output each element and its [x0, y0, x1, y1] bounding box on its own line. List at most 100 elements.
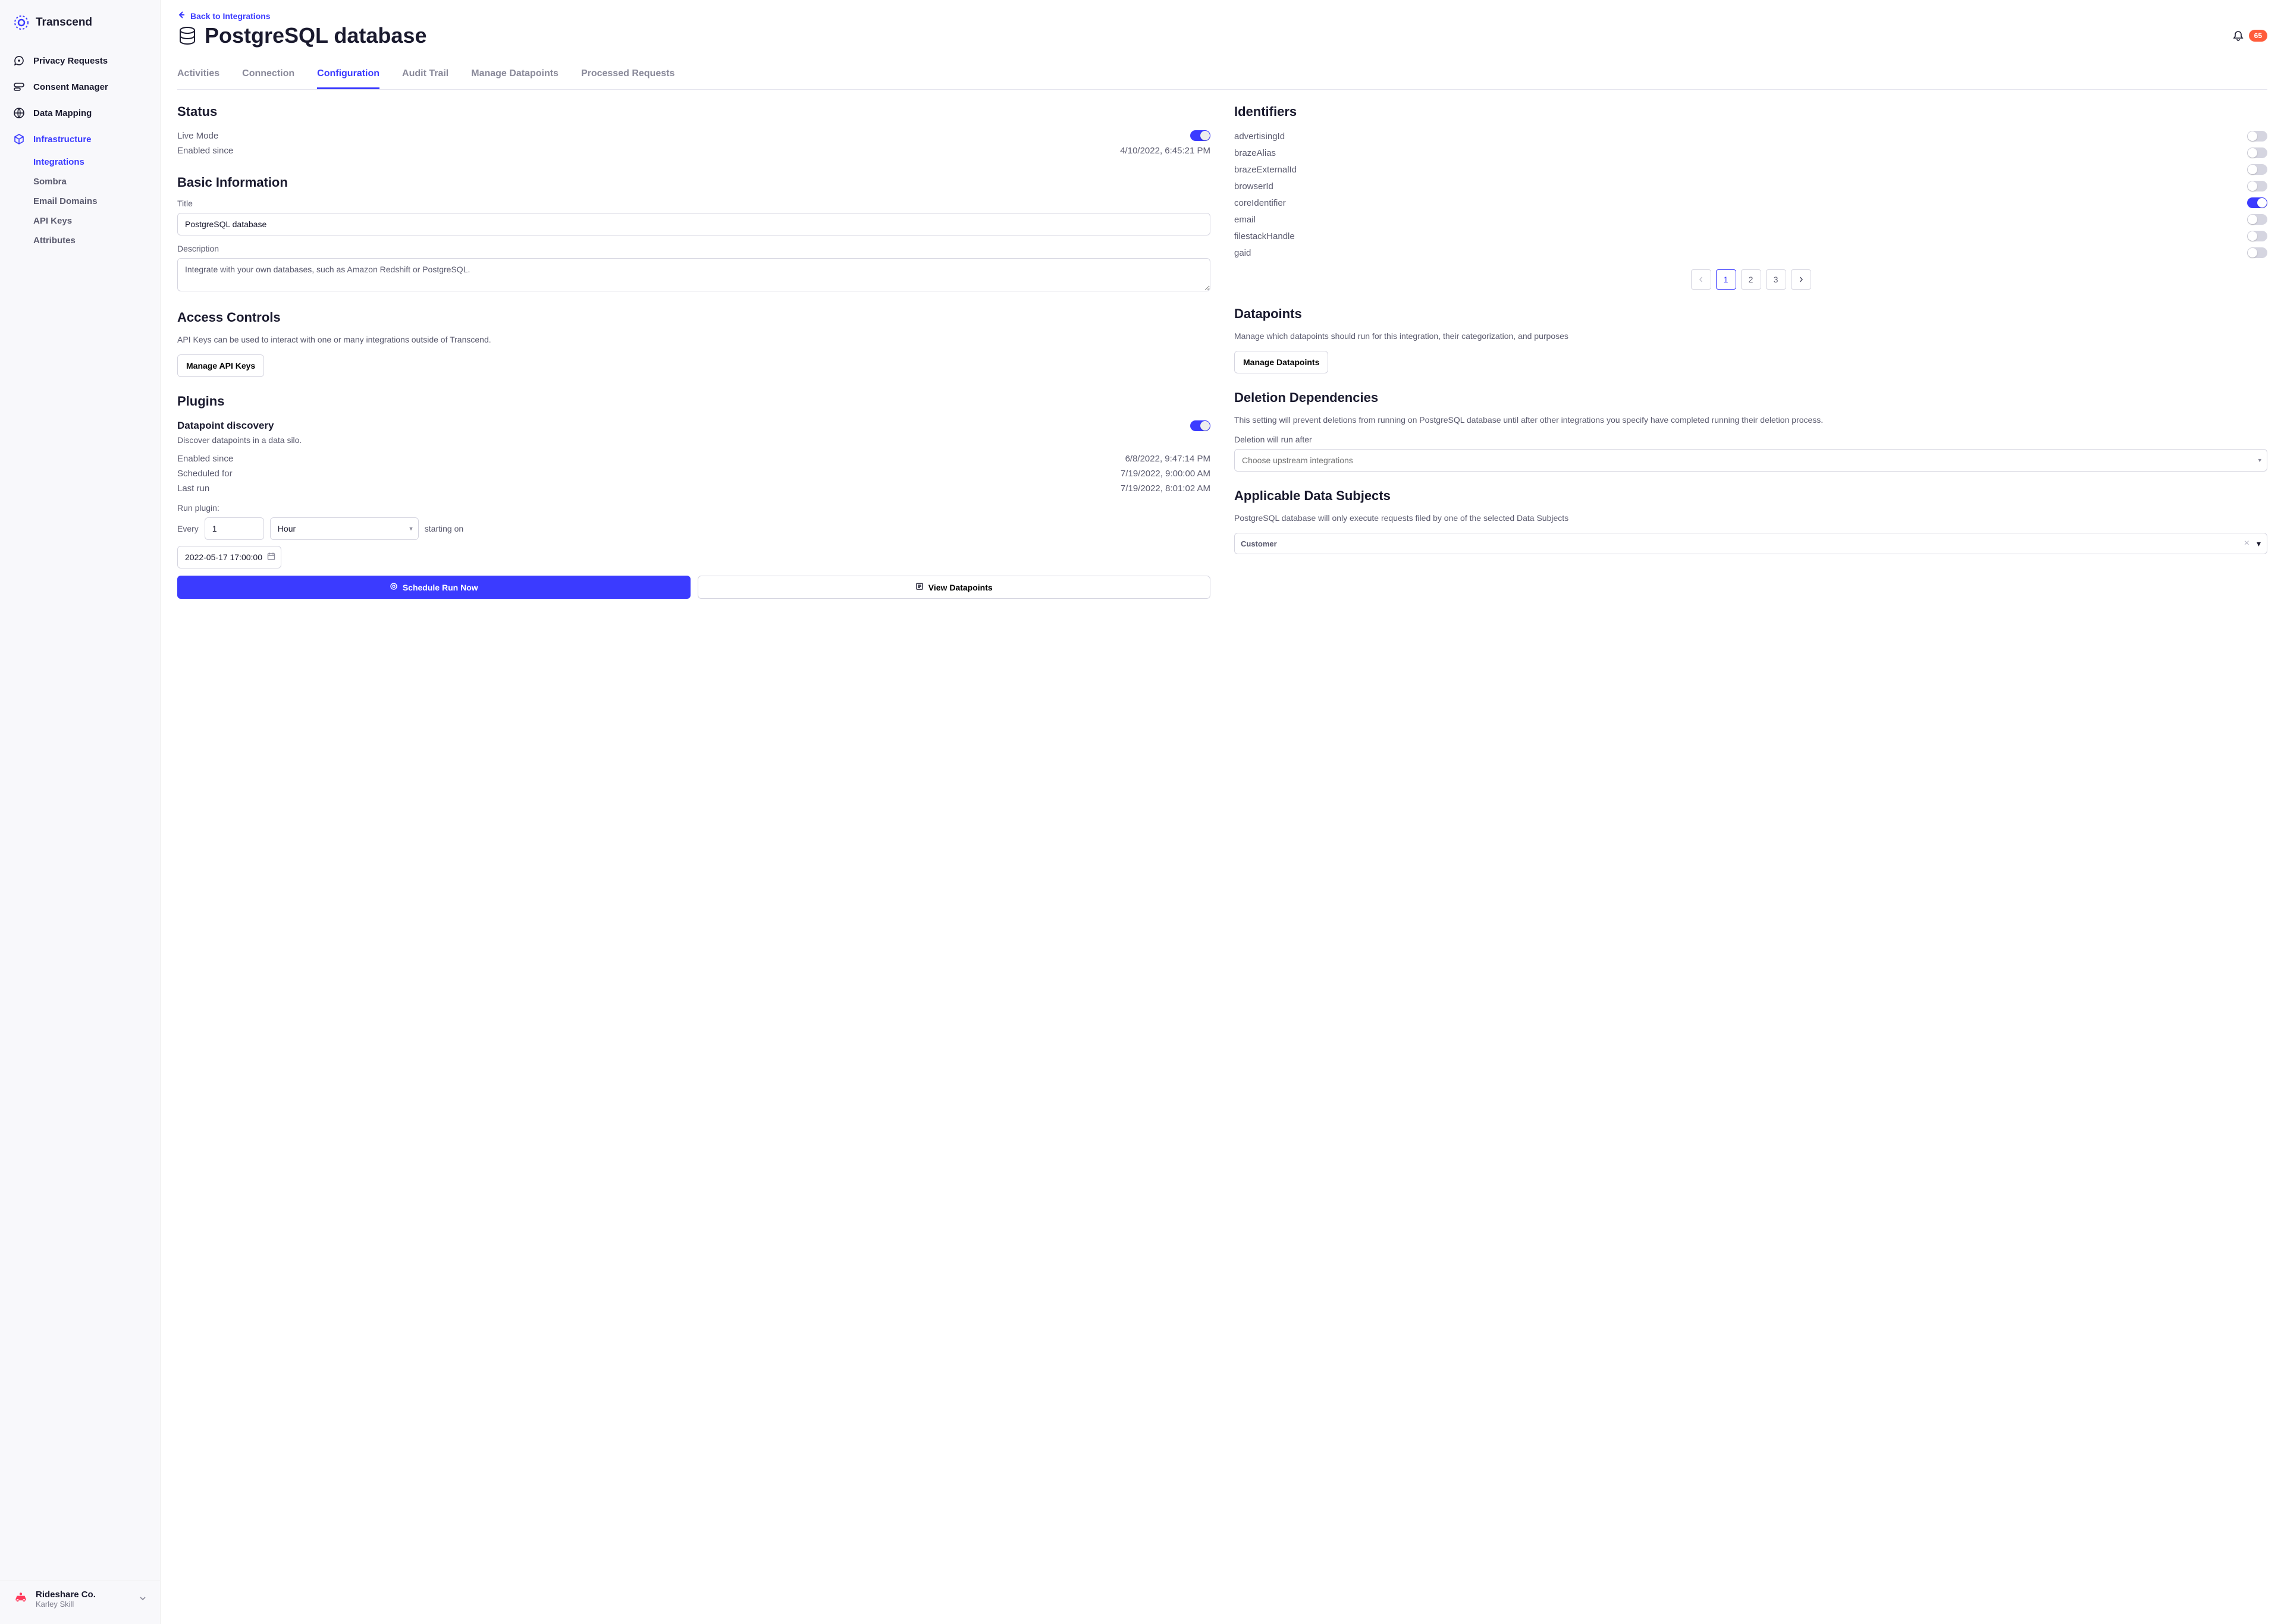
start-date-input[interactable]: [177, 546, 281, 568]
nav-label: Consent Manager: [33, 82, 108, 92]
pager-prev[interactable]: [1691, 269, 1711, 290]
live-mode-toggle[interactable]: [1190, 130, 1210, 141]
description-label: Description: [177, 244, 1210, 253]
plugin-scheduled-label: Scheduled for: [177, 469, 233, 479]
datapoints-heading: Datapoints: [1234, 306, 2267, 322]
live-mode-label: Live Mode: [177, 131, 218, 141]
plugin-scheduled-value: 7/19/2022, 9:00:00 AM: [1121, 469, 1210, 479]
deletion-select[interactable]: [1234, 449, 2267, 472]
tab-configuration[interactable]: Configuration: [317, 62, 379, 89]
tab-connection[interactable]: Connection: [242, 62, 294, 89]
identifier-label: browserId: [1234, 181, 1273, 191]
status-section: Status Live Mode Enabled since 4/10/2022…: [177, 104, 1210, 158]
manage-api-keys-button[interactable]: Manage API Keys: [177, 354, 264, 377]
nav-consent-manager[interactable]: Consent Manager: [0, 74, 160, 100]
cube-icon: [13, 133, 25, 145]
datapoints-section: Datapoints Manage which datapoints shoul…: [1234, 306, 2267, 373]
identifier-toggle[interactable]: [2247, 231, 2267, 241]
pager-next[interactable]: [1791, 269, 1811, 290]
nav-sub: Integrations Sombra Email Domains API Ke…: [0, 152, 160, 250]
transcend-logo-icon: [13, 14, 30, 31]
plugins-heading: Plugins: [177, 394, 1210, 409]
identifiers-section: Identifiers advertisingId brazeAlias braze…: [1234, 104, 2267, 290]
identifier-row: brazeExternalId: [1234, 161, 2267, 178]
identifier-toggle[interactable]: [2247, 197, 2267, 208]
identifier-toggle[interactable]: [2247, 147, 2267, 158]
nav-data-mapping[interactable]: Data Mapping: [0, 100, 160, 126]
enabled-since-value: 4/10/2022, 6:45:21 PM: [1120, 146, 1210, 156]
nav-privacy-requests[interactable]: Privacy Requests: [0, 48, 160, 74]
datapoints-helper: Manage which datapoints should run for t…: [1234, 330, 2267, 343]
org-switcher[interactable]: Rideshare Co. Karley Skill: [0, 1581, 160, 1617]
tab-activities[interactable]: Activities: [177, 62, 219, 89]
arrow-left-icon: [177, 11, 186, 21]
toggle-icon: [13, 81, 25, 93]
identifier-toggle[interactable]: [2247, 131, 2267, 142]
subject-tag: Customer: [1241, 539, 1277, 548]
nav-sub-attributes[interactable]: Attributes: [33, 231, 160, 250]
chevron-down-icon: [139, 1594, 147, 1604]
manage-datapoints-button[interactable]: Manage Datapoints: [1234, 351, 1328, 373]
subjects-heading: Applicable Data Subjects: [1234, 488, 2267, 504]
nav-infrastructure[interactable]: Infrastructure: [0, 126, 160, 152]
close-icon[interactable]: ×: [2242, 538, 2252, 549]
pager: 1 2 3: [1234, 269, 2267, 290]
unit-select[interactable]: [270, 517, 419, 540]
identifier-toggle[interactable]: [2247, 181, 2267, 191]
back-link[interactable]: Back to Integrations: [177, 11, 271, 21]
deletion-heading: Deletion Dependencies: [1234, 390, 2267, 406]
access-controls-section: Access Controls API Keys can be used to …: [177, 310, 1210, 377]
tab-manage-datapoints[interactable]: Manage Datapoints: [471, 62, 559, 89]
tab-audit-trail[interactable]: Audit Trail: [402, 62, 448, 89]
car-icon: [13, 1591, 29, 1608]
tabs: Activities Connection Configuration Audi…: [177, 62, 2267, 90]
brand-name: Transcend: [36, 16, 92, 29]
identifiers-heading: Identifiers: [1234, 104, 2267, 120]
identifier-row: coreIdentifier: [1234, 194, 2267, 211]
logo[interactable]: Transcend: [0, 14, 160, 48]
identifier-row: filestackHandle: [1234, 228, 2267, 244]
target-icon: [390, 582, 398, 592]
org-name: Rideshare Co.: [36, 1590, 96, 1600]
identifier-label: brazeAlias: [1234, 148, 1276, 158]
back-label: Back to Integrations: [190, 11, 271, 21]
schedule-run-button[interactable]: Schedule Run Now: [177, 576, 691, 599]
pager-3[interactable]: 3: [1766, 269, 1786, 290]
nav-sub-integrations[interactable]: Integrations: [33, 152, 160, 172]
subjects-helper: PostgreSQL database will only execute re…: [1234, 512, 2267, 524]
identifier-label: coreIdentifier: [1234, 198, 1286, 208]
plugin-lastrun-value: 7/19/2022, 8:01:02 AM: [1121, 483, 1210, 494]
identifier-row: advertisingId: [1234, 128, 2267, 145]
plugin-lastrun-label: Last run: [177, 483, 209, 494]
view-datapoints-button[interactable]: View Datapoints: [698, 576, 1211, 599]
deletion-label: Deletion will run after: [1234, 435, 2267, 444]
plugin-enabled-value: 6/8/2022, 9:47:14 PM: [1125, 454, 1210, 464]
title-input[interactable]: [177, 213, 1210, 235]
pager-2[interactable]: 2: [1741, 269, 1761, 290]
tab-processed-requests[interactable]: Processed Requests: [581, 62, 674, 89]
notifications[interactable]: 65: [2232, 30, 2267, 42]
identifier-row: gaid: [1234, 244, 2267, 261]
nav-sub-api-keys[interactable]: API Keys: [33, 211, 160, 231]
every-input[interactable]: [205, 517, 264, 540]
page-title: PostgreSQL database: [177, 23, 426, 48]
identifier-label: brazeExternalId: [1234, 165, 1297, 175]
identifier-row: brazeAlias: [1234, 145, 2267, 161]
notification-badge: 65: [2249, 30, 2267, 42]
nav-sub-sombra[interactable]: Sombra: [33, 172, 160, 191]
access-helper: API Keys can be used to interact with on…: [177, 334, 1210, 346]
datapoint-discovery-toggle[interactable]: [1190, 420, 1210, 431]
identifier-toggle[interactable]: [2247, 247, 2267, 258]
subjects-select[interactable]: Customer × ▾: [1234, 533, 2267, 554]
description-textarea[interactable]: [177, 258, 1210, 291]
identifier-label: filestackHandle: [1234, 231, 1295, 241]
identifier-row: browserId: [1234, 178, 2267, 194]
database-icon: [177, 26, 197, 46]
pager-1[interactable]: 1: [1716, 269, 1736, 290]
nav-sub-email-domains[interactable]: Email Domains: [33, 191, 160, 211]
plugin-enabled-label: Enabled since: [177, 454, 233, 464]
identifier-toggle[interactable]: [2247, 164, 2267, 175]
subjects-section: Applicable Data Subjects PostgreSQL data…: [1234, 488, 2267, 554]
identifier-toggle[interactable]: [2247, 214, 2267, 225]
enabled-since-label: Enabled since: [177, 146, 233, 156]
